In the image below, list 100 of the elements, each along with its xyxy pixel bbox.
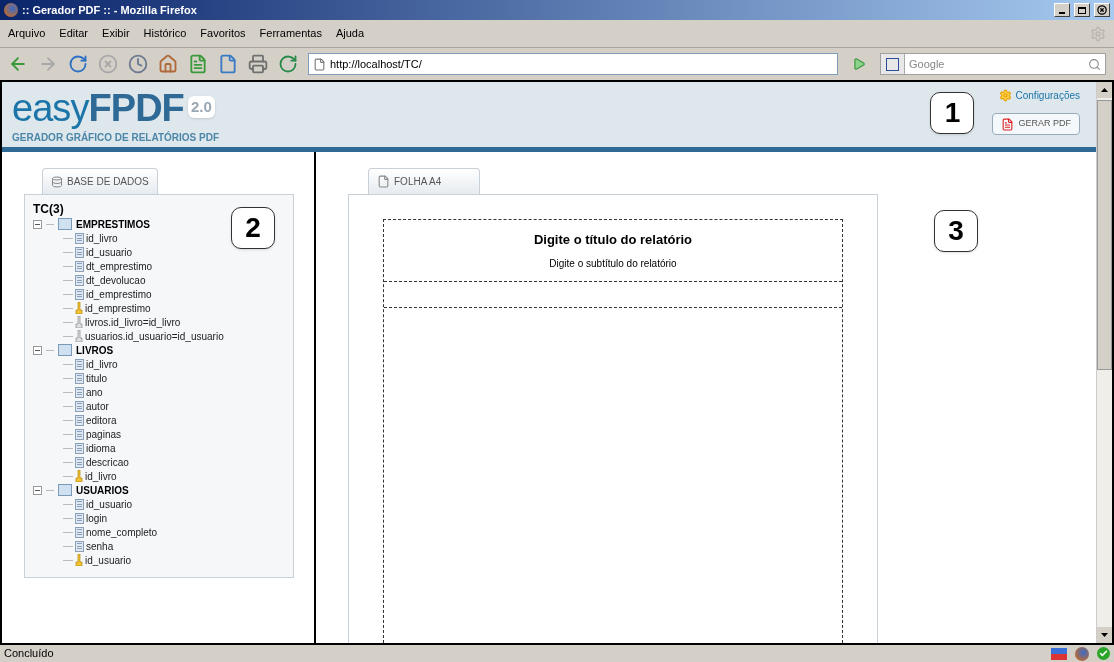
play-icon — [852, 57, 866, 71]
minimize-button[interactable] — [1054, 3, 1070, 17]
field-icon — [75, 372, 84, 384]
menu-item[interactable]: Favoritos — [200, 25, 246, 42]
tree-field[interactable]: paginas — [86, 426, 122, 442]
field-icon — [75, 260, 84, 272]
callout-number: 3 — [934, 210, 978, 252]
field-icon — [75, 428, 84, 440]
tree-field[interactable]: id_livro — [85, 468, 117, 484]
generate-pdf-button[interactable]: GERAR PDF — [992, 113, 1080, 135]
tree-field[interactable]: senha — [86, 538, 114, 554]
tree-field[interactable]: dt_devolucao — [86, 272, 146, 288]
field-icon — [75, 498, 84, 510]
tree-field[interactable]: editora — [86, 412, 117, 428]
tree-table[interactable]: USUARIOS — [33, 483, 285, 497]
tree-field[interactable]: autor — [86, 398, 109, 414]
tree-field[interactable]: descricao — [86, 454, 129, 470]
database-icon — [51, 175, 63, 188]
tree-field[interactable]: id_livro — [86, 230, 118, 246]
window-title: :: Gerador PDF :: - Mozilla Firefox — [22, 2, 198, 18]
table-icon — [58, 218, 72, 230]
maximize-button[interactable] — [1074, 3, 1090, 17]
field-icon — [75, 288, 84, 300]
address-field[interactable]: http://localhost/TC/ — [308, 53, 838, 75]
tree-field[interactable]: ano — [86, 384, 103, 400]
settings-link[interactable]: Configurações — [998, 88, 1080, 103]
close-button[interactable] — [1094, 3, 1110, 17]
sync-icon[interactable] — [278, 54, 298, 74]
report-subtitle[interactable]: Digite o subtítulo do relatório — [549, 255, 677, 271]
scroll-up-icon[interactable] — [1101, 88, 1108, 92]
tree-field[interactable]: nome_completo — [86, 524, 158, 540]
field-icon — [75, 386, 84, 398]
clock-icon[interactable] — [128, 54, 148, 74]
home-icon[interactable] — [158, 54, 178, 74]
flag-icon — [1051, 647, 1067, 660]
tagline: GERADOR GRÁFICO DE RELATÓRIOS PDF — [12, 131, 220, 145]
field-icon — [75, 526, 84, 538]
tree-field[interactable]: id_usuario — [85, 552, 132, 568]
tree-table[interactable]: LIVROS — [33, 343, 285, 357]
tree-field[interactable]: livros.id_livro=id_livro — [85, 314, 181, 330]
throbber-icon — [1090, 25, 1106, 42]
page-icon — [313, 57, 326, 71]
key-icon — [75, 302, 83, 314]
report-title[interactable]: Digite o título do relatório — [533, 230, 693, 250]
menu-item[interactable]: Editar — [59, 25, 89, 42]
menu-item[interactable]: Arquivo — [8, 25, 46, 42]
new-window-icon[interactable] — [218, 54, 238, 74]
collapse-icon[interactable] — [33, 219, 42, 229]
check-icon — [1097, 647, 1110, 660]
table-icon — [58, 484, 72, 496]
document-icon — [377, 175, 390, 188]
back-icon[interactable] — [8, 54, 28, 74]
tree-field[interactable]: id_emprestimo — [85, 300, 151, 316]
sheet-tab[interactable]: FOLHA A4 — [368, 168, 480, 194]
tree-field[interactable]: id_emprestimo — [86, 286, 152, 302]
print-icon[interactable] — [248, 54, 268, 74]
tree-field[interactable]: id_usuario — [86, 496, 133, 512]
callout-number: 2 — [231, 207, 275, 249]
field-icon — [75, 400, 84, 412]
link-icon — [75, 316, 83, 328]
field-icon — [75, 232, 84, 244]
collapse-icon[interactable] — [33, 345, 42, 355]
status-text: Concluído — [4, 646, 55, 662]
gear-icon — [998, 89, 1012, 102]
field-icon — [75, 274, 84, 286]
key-icon — [75, 554, 83, 566]
tree-field[interactable]: dt_emprestimo — [86, 258, 153, 274]
search-field[interactable]: Google — [880, 53, 1106, 75]
tree-field[interactable]: login — [86, 510, 108, 526]
version-badge: 2.0 — [187, 95, 215, 118]
tree-field[interactable]: idioma — [86, 440, 116, 456]
collapse-icon[interactable] — [33, 485, 42, 495]
field-icon — [75, 442, 84, 454]
key-icon — [75, 470, 83, 482]
menu-item[interactable]: Exibir — [102, 25, 130, 42]
tree-root: TC(3) — [33, 201, 65, 217]
scroll-down-icon[interactable] — [1101, 633, 1108, 637]
search-icon[interactable] — [1088, 57, 1101, 71]
field-icon — [75, 456, 84, 468]
menu-item[interactable]: Ajuda — [335, 25, 365, 42]
table-icon — [58, 344, 72, 356]
pdf-icon — [1001, 117, 1015, 131]
menu-item[interactable]: Ferramentas — [259, 25, 322, 42]
field-icon — [75, 540, 84, 552]
callout-number: 1 — [930, 92, 975, 134]
tree-field[interactable]: usuarios.id_usuario=id_usuario — [85, 328, 224, 344]
field-icon — [75, 246, 84, 258]
database-tab[interactable]: BASE DE DADOS — [42, 168, 158, 194]
scrollbar[interactable] — [1096, 82, 1112, 643]
tree-field[interactable]: id_usuario — [86, 244, 133, 260]
tree-field[interactable]: id_livro — [86, 356, 118, 372]
tree-field[interactable]: titulo — [86, 370, 108, 386]
field-icon — [75, 414, 84, 426]
link-icon — [75, 330, 83, 342]
field-icon — [75, 512, 84, 524]
search-engine-icon[interactable] — [881, 54, 905, 74]
field-icon — [75, 358, 84, 370]
new-tab-icon[interactable] — [188, 54, 208, 74]
menu-item[interactable]: Histórico — [143, 25, 187, 42]
reload-icon[interactable] — [68, 54, 88, 74]
